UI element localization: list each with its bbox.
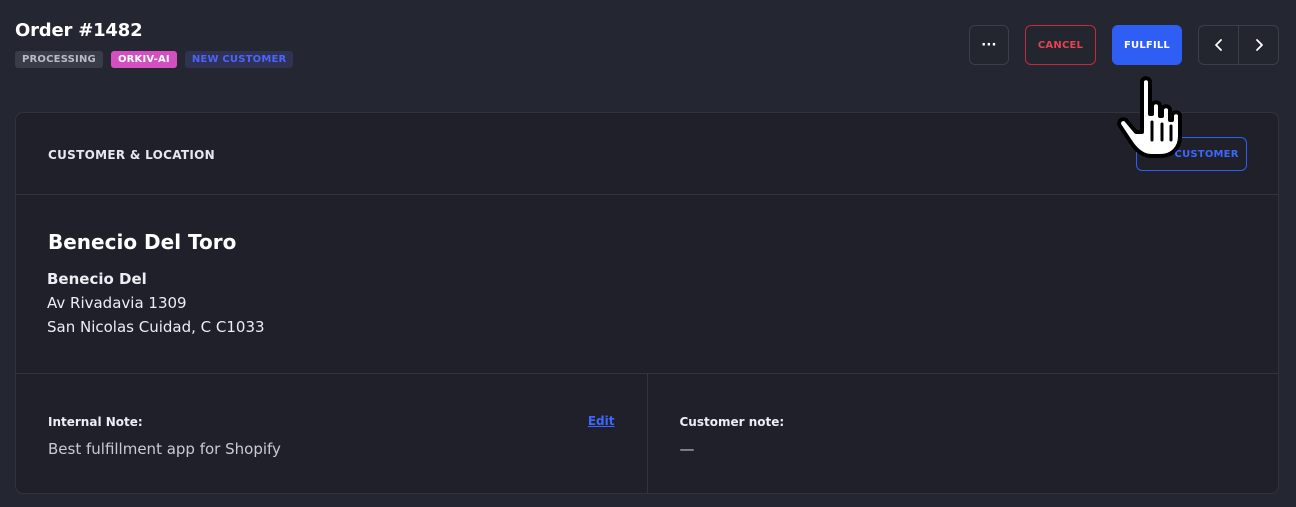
edit-internal-note-link[interactable]: Edit (588, 414, 615, 428)
customer-section: Benecio Del Toro (16, 195, 1278, 374)
chevron-right-icon (1255, 39, 1263, 51)
edit-customer-button[interactable]: EDIT CUSTOMER (1136, 137, 1247, 171)
tag-badge-new-customer: NEW CUSTOMER (184, 51, 294, 68)
order-page: Order #1482 PROCESSING ORKIV-AI NEW CUST… (0, 0, 1296, 507)
customer-note-value: — (679, 440, 695, 458)
cancel-button[interactable]: CANCEL (1025, 25, 1096, 65)
previous-order-button[interactable] (1199, 26, 1238, 64)
order-navigation (1198, 25, 1279, 65)
customer-name: Benecio Del Toro (48, 230, 237, 254)
status-badge-processing: PROCESSING (15, 51, 103, 68)
card-header: CUSTOMER & LOCATION EDIT CUSTOMER (16, 113, 1278, 195)
internal-note-label: Internal Note: (48, 415, 143, 429)
address-street: Av Rivadavia 1309 (47, 294, 187, 312)
customer-location-card: CUSTOMER & LOCATION EDIT CUSTOMER Beneci… (15, 112, 1279, 494)
address-city: San Nicolas Cuidad, C C1033 (47, 318, 265, 336)
page-title: Order #1482 (15, 20, 143, 41)
card-title: CUSTOMER & LOCATION (48, 148, 215, 162)
internal-note: Internal Note: Edit Best fulfillment app… (16, 374, 647, 494)
internal-note-value: Best fulfillment app for Shopify (48, 440, 281, 458)
customer-note: Customer note: — (646, 374, 1279, 494)
fulfill-button[interactable]: FULFILL (1112, 25, 1182, 65)
status-badges: PROCESSING ORKIV-AI NEW CUSTOMER (15, 51, 294, 68)
address-name: Benecio Del (47, 270, 147, 288)
customer-note-label: Customer note: (679, 415, 785, 429)
more-actions-button[interactable]: ··· (969, 25, 1009, 65)
next-order-button[interactable] (1238, 26, 1278, 64)
tag-badge-ai: ORKIV-AI (110, 51, 177, 68)
notes-row: Internal Note: Edit Best fulfillment app… (16, 374, 1278, 494)
chevron-left-icon (1214, 39, 1222, 51)
